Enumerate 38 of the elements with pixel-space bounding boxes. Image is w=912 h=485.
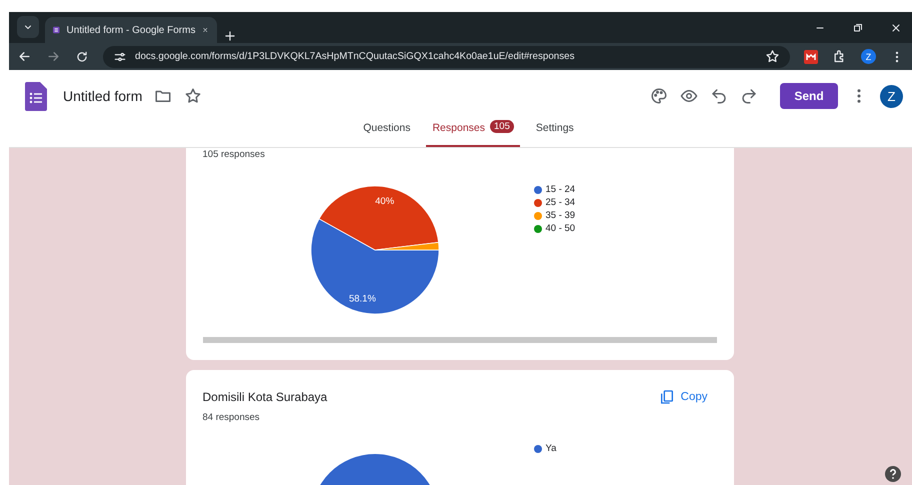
legend-label: 25 - 34 (546, 197, 576, 208)
legend-label: 35 - 39 (546, 210, 576, 221)
star-icon[interactable] (184, 87, 202, 105)
browser-tab[interactable]: Untitled form - Google Forms (45, 17, 217, 43)
forward-icon[interactable] (46, 49, 61, 64)
restore-icon[interactable] (852, 22, 864, 34)
back-icon[interactable] (17, 49, 32, 64)
forms-icon (53, 24, 60, 36)
tab[interactable]: Settings (530, 122, 580, 147)
legend-label: Ya (546, 443, 556, 454)
reload-icon[interactable] (75, 50, 89, 64)
account-avatar[interactable]: Z (880, 84, 903, 108)
address-bar[interactable]: docs.google.com/forms/d/1P3LDVKQKL7AsHpMTnCQuutacSiGQX1cahc4Ko0ae1uE/edit#responses (103, 46, 790, 68)
legend-label: 40 - 50 (546, 223, 576, 234)
preview-icon[interactable] (680, 87, 698, 105)
response-count: 84 responses (202, 412, 261, 423)
slice-label: 58.1% (348, 293, 376, 304)
copy-icon (658, 389, 675, 405)
legend-label: 15 - 24 (546, 184, 576, 195)
form-title[interactable]: Untitled form (63, 88, 142, 104)
new-tab-icon[interactable] (223, 29, 237, 43)
palette-icon[interactable] (650, 87, 668, 105)
help-icon[interactable] (885, 466, 901, 482)
extension-icon[interactable] (804, 50, 818, 64)
forms-logo-icon (25, 82, 47, 110)
scrollbar[interactable] (202, 337, 716, 343)
question-title: Domisili Kota Surabaya (202, 390, 328, 404)
response-count: 105 responses (202, 149, 266, 160)
slice-label: 40% (374, 196, 394, 208)
star-icon[interactable] (765, 49, 780, 64)
tab[interactable]: Questions (357, 122, 416, 147)
profile-avatar[interactable]: Z (861, 49, 876, 64)
copy-button[interactable]: Copy (652, 388, 714, 406)
undo-icon[interactable] (710, 87, 728, 105)
count-badge: 105 (490, 120, 514, 133)
send-button[interactable]: Send (780, 83, 838, 109)
redo-icon[interactable] (740, 87, 758, 105)
close-icon[interactable] (890, 22, 902, 34)
